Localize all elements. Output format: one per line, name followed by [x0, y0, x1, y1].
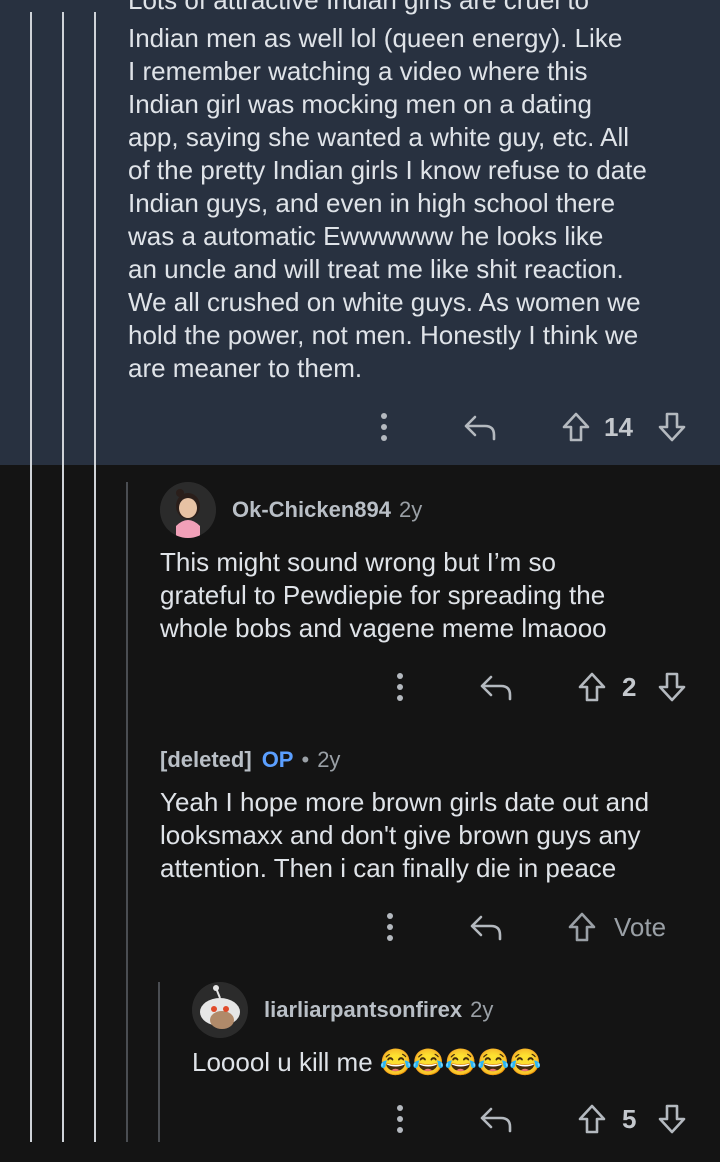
more-options-icon[interactable] [388, 1102, 412, 1136]
upvote-icon[interactable] [574, 668, 610, 706]
vote-score: 14 [604, 411, 633, 442]
vote-score: 5 [622, 1103, 637, 1134]
comment-line: whole bobs and vagene meme lmaooo [160, 613, 607, 643]
comment-age: 2y [470, 997, 494, 1022]
downvote-icon[interactable] [654, 1100, 690, 1138]
comment-line: app, saying she wanted a white guy, etc.… [128, 122, 630, 152]
comment-age: 2y [317, 747, 341, 772]
thread-line-2[interactable] [62, 12, 64, 1142]
comment-age: 2y [398, 497, 423, 522]
comment-line: We all crushed on white guys. As women w… [128, 287, 641, 317]
upvote-icon[interactable] [558, 408, 594, 446]
comment-line: Yeah I hope more brown girls date out an… [160, 787, 650, 817]
downvote-icon[interactable] [654, 408, 690, 446]
thread-line-4[interactable] [126, 482, 128, 1142]
thread-line-3[interactable] [94, 12, 96, 1142]
comment-line: of the pretty Indian girls I know refuse… [128, 155, 647, 185]
vote-button[interactable]: Vote [614, 910, 666, 944]
comment-line: an uncle and will treat me like shit rea… [128, 254, 624, 284]
comment-line: Indian girl was mocking men on a dating [128, 89, 592, 119]
comment-line: are meaner to them. [128, 353, 363, 383]
comment-line: Looool u kill me 😂😂😂😂😂 [192, 1047, 542, 1077]
username[interactable]: [deleted] [160, 747, 252, 773]
more-options-icon[interactable] [372, 410, 396, 444]
comment-line: This might sound wrong but I’m so [160, 547, 556, 577]
downvote-icon[interactable] [654, 668, 690, 706]
reply-icon[interactable] [478, 670, 514, 704]
separator-dot: • [301, 747, 310, 772]
comment-header: Ok-Chicken894 2y [232, 494, 422, 526]
username[interactable]: Ok-Chicken894 [232, 497, 391, 523]
comment-line: looksmaxx and don't give brown guys any [160, 820, 641, 850]
avatar[interactable] [160, 482, 216, 538]
comment-line: Indian guys, and even in high school the… [128, 188, 616, 218]
comment-line: grateful to Pewdiepie for spreading the [160, 580, 606, 610]
comment-header: liarliarpantsonfirex 2y [264, 994, 493, 1026]
more-options-icon[interactable] [378, 910, 402, 944]
vote-score: 2 [622, 671, 637, 702]
thread-line-5[interactable] [158, 982, 160, 1142]
comment-body: Yeah I hope more brown girls date out an… [160, 786, 649, 885]
comment-body: Indian men as well lol (queen energy). L… [128, 22, 647, 385]
comment-line: Indian men as well lol (queen energy). L… [128, 23, 623, 53]
avatar[interactable] [192, 982, 248, 1038]
thread-line-1[interactable] [30, 12, 32, 1142]
comment-line: hold the power, not men. Honestly I thin… [128, 320, 639, 350]
upvote-icon[interactable] [564, 908, 600, 946]
comment-line: was a automatic Ewwwwww he looks like [128, 221, 604, 251]
more-options-icon[interactable] [388, 670, 412, 704]
upvote-icon[interactable] [574, 1100, 610, 1138]
comment-body: Looool u kill me 😂😂😂😂😂 [192, 1046, 542, 1079]
op-badge: OP [261, 747, 294, 772]
reply-icon[interactable] [462, 410, 498, 444]
reply-icon[interactable] [478, 1102, 514, 1136]
comment-cutoff-line: Lots of attractive Indian girls are crue… [128, 0, 590, 15]
comment-header: [deleted] OP • 2y [160, 744, 340, 776]
comment-line: attention. Then i can finally die in pea… [160, 853, 617, 883]
comment-body: This might sound wrong but I’m so gratef… [160, 546, 607, 645]
comment-line: I remember watching a video where this [128, 56, 588, 86]
reply-icon[interactable] [468, 910, 504, 944]
username[interactable]: liarliarpantsonfirex [264, 997, 462, 1023]
